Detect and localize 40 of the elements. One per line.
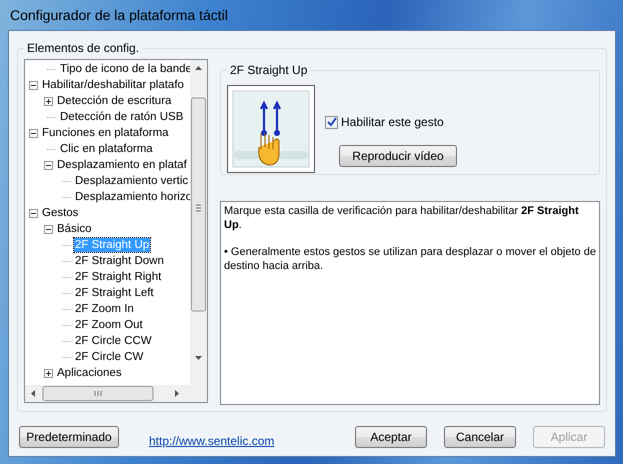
tree-item[interactable]: 2F Straight Right [74, 270, 162, 284]
tree-item[interactable]: Detección de ratón USB [59, 110, 184, 124]
window-title: Configurador de la plataforma táctil [9, 6, 229, 25]
collapse-icon[interactable] [29, 128, 38, 138]
tree-item[interactable]: Habilitar/deshabilitar platafo [41, 78, 185, 92]
tree-item[interactable]: 2F Zoom Out [74, 318, 144, 332]
tree-item[interactable]: Aplicaciones [56, 366, 123, 380]
description-text: • Generalmente estos gestos se utilizan para desplazar o mover el objeto de destino hacia arriba. [224, 245, 596, 273]
collapse-icon[interactable] [29, 208, 38, 218]
default-button[interactable]: Predeterminado [19, 426, 119, 448]
vertical-scrollbar[interactable] [190, 60, 207, 385]
tree-item[interactable]: Funciones en plataforma [41, 126, 170, 140]
settings-tree[interactable] [24, 59, 208, 403]
website-link[interactable]: http://www.sentelic.com [149, 434, 274, 448]
tree-item[interactable]: Desplazamiento en plataf [56, 158, 188, 172]
expand-icon[interactable] [44, 96, 53, 106]
tree-item[interactable]: 2F Circle CW [74, 350, 144, 364]
checkmark-icon [326, 117, 336, 127]
tree-item[interactable]: Tipo de icono de la bande [59, 62, 193, 76]
group-title: Elementos de config. [26, 41, 140, 55]
gesture-title: 2F Straight Up [229, 63, 308, 77]
expand-icon[interactable] [44, 368, 53, 378]
tree-item[interactable]: Detección de escritura [56, 94, 172, 108]
tree-item[interactable]: Clic en plataforma [59, 142, 154, 156]
collapse-icon[interactable] [44, 224, 53, 234]
enable-gesture-checkbox[interactable]: Habilitar este gesto [325, 115, 457, 129]
tree-item[interactable]: 2F Circle CCW [74, 334, 153, 348]
collapse-icon[interactable] [44, 160, 53, 170]
dialog-button[interactable]: Aceptar [355, 426, 427, 448]
collapse-icon[interactable] [29, 80, 38, 90]
tree-item[interactable]: Desplazamiento vertic [74, 174, 190, 188]
description-text: Marque esta casilla de verificación para habilitar/deshabilitar 2F Straight Up. [224, 204, 580, 232]
tree-item[interactable]: Básico [56, 222, 93, 236]
dialog-button[interactable]: Cancelar [444, 426, 516, 448]
play-video-button[interactable]: Reproducir vídeo [339, 145, 457, 167]
tree-item[interactable]: 2F Zoom In [74, 302, 135, 316]
tree-item[interactable]: 2F Straight Left [74, 286, 155, 300]
tree-item[interactable]: Gestos [41, 206, 80, 220]
horizontal-scrollbar[interactable] [25, 385, 207, 402]
tree-item[interactable]: 2F Straight Down [74, 254, 165, 268]
